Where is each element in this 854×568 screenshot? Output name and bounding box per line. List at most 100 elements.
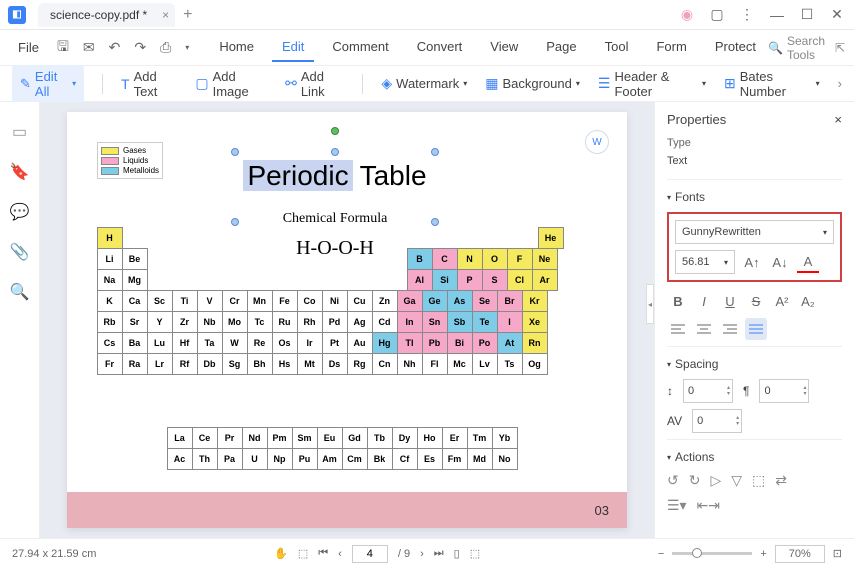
align-right-button[interactable] — [719, 318, 741, 340]
print-dropdown-icon[interactable]: ▾ — [179, 39, 195, 56]
resize-handle-nw[interactable] — [231, 148, 239, 156]
fit-width-icon[interactable]: ⊡ — [833, 547, 842, 560]
add-image-button[interactable]: ▢Add Image — [195, 69, 267, 99]
resize-handle-ne[interactable] — [431, 148, 439, 156]
search-tools[interactable]: 🔍 Search Tools — [768, 34, 825, 62]
toolbar-more-icon[interactable]: › — [838, 76, 842, 91]
resize-handle-n[interactable] — [331, 148, 339, 156]
para-spacing-input[interactable]: 0▴▾ — [759, 379, 809, 403]
watermark-button[interactable]: ◈Watermark▾ — [381, 75, 467, 92]
add-text-button[interactable]: TAdd Text — [121, 69, 177, 99]
save-icon[interactable]: 🖫 — [51, 32, 75, 64]
font-color-icon[interactable]: A — [797, 251, 819, 273]
tab-comment[interactable]: Comment — [322, 33, 398, 62]
add-tab-button[interactable]: + — [183, 6, 192, 24]
prev-page-icon[interactable]: ‹ — [338, 548, 342, 560]
print-icon[interactable]: ⎙ — [154, 35, 177, 60]
tab-view[interactable]: View — [480, 33, 528, 62]
bates-button[interactable]: ⊞Bates Number▾ — [724, 69, 820, 99]
close-panel-icon[interactable]: × — [834, 112, 842, 127]
app-menu-icon[interactable]: ▢ — [708, 6, 726, 24]
undo-icon[interactable]: ↶ — [103, 35, 127, 60]
file-menu[interactable]: File — [8, 36, 49, 59]
user-icon[interactable]: ◉ — [678, 6, 696, 24]
fit-page-icon[interactable]: ⬚ — [470, 547, 480, 560]
page-number-input[interactable] — [352, 545, 388, 563]
rotate-left-icon[interactable]: ↺ — [667, 472, 679, 489]
align-justify-button[interactable] — [745, 318, 767, 340]
indent-icon[interactable]: ⇤⇥ — [697, 497, 720, 514]
add-link-button[interactable]: ⚯Add Link — [285, 69, 344, 99]
resize-handle-w[interactable] — [231, 218, 239, 226]
mail-icon[interactable]: ✉ — [77, 35, 101, 60]
close-tab-icon[interactable]: × — [162, 8, 169, 22]
list-icon[interactable]: ☰▾ — [667, 497, 687, 514]
thumbnails-icon[interactable]: ▭ — [12, 122, 27, 142]
underline-button[interactable]: U — [719, 290, 741, 312]
redo-icon[interactable]: ↷ — [128, 35, 152, 60]
select-tool-icon[interactable]: ⬚ — [298, 547, 308, 560]
element-Te: Te — [472, 311, 498, 333]
canvas[interactable]: W Gases Liquids Metalloids Periodic Tabl… — [40, 102, 654, 538]
share-icon[interactable]: ⇱ — [835, 41, 845, 55]
zoom-out-icon[interactable]: − — [658, 548, 664, 560]
page-badge-icon[interactable]: W — [585, 130, 609, 154]
document-tab[interactable]: science-copy.pdf * × — [38, 3, 175, 27]
align-center-button[interactable] — [693, 318, 715, 340]
header-footer-button[interactable]: ☰Header & Footer▾ — [598, 69, 706, 99]
zoom-thumb[interactable] — [692, 548, 702, 558]
element-Xe: Xe — [522, 311, 548, 333]
char-spacing-input[interactable]: 0▴▾ — [692, 409, 742, 433]
right-expand-handle[interactable]: ◂ — [646, 284, 654, 324]
maximize-button[interactable]: ☐ — [798, 6, 816, 24]
font-family-select[interactable]: GunnyRewritten▾ — [675, 220, 834, 244]
align-left-button[interactable] — [667, 318, 689, 340]
single-page-icon[interactable]: ▯ — [454, 547, 460, 560]
last-page-icon[interactable]: ⏭ — [434, 547, 444, 560]
increase-font-icon[interactable]: A↑ — [741, 251, 763, 273]
strikethrough-button[interactable]: S — [745, 290, 767, 312]
element-I: I — [497, 311, 523, 333]
background-button[interactable]: ▦Background▾ — [485, 75, 580, 92]
element-Tc: Tc — [247, 311, 273, 333]
attachment-icon[interactable]: 📎 — [10, 242, 30, 262]
spacing-section-toggle[interactable]: ▾Spacing — [667, 357, 842, 371]
next-page-icon[interactable]: › — [420, 548, 424, 560]
tab-home[interactable]: Home — [209, 33, 264, 62]
tab-page[interactable]: Page — [536, 33, 586, 62]
decrease-font-icon[interactable]: A↓ — [769, 251, 791, 273]
tab-convert[interactable]: Convert — [407, 33, 473, 62]
bookmark-icon[interactable]: 🔖 — [10, 162, 30, 182]
rotate-right-icon[interactable]: ↻ — [689, 472, 701, 489]
fonts-section-toggle[interactable]: ▾Fonts — [667, 190, 842, 204]
crop-icon[interactable]: ⬚ — [752, 472, 765, 489]
zoom-slider[interactable] — [672, 552, 752, 555]
resize-handle-e[interactable] — [431, 218, 439, 226]
edit-all-button[interactable]: ✎ Edit All ▾ — [12, 65, 84, 103]
first-page-icon[interactable]: ⏮ — [318, 547, 328, 560]
element-Pb: Pb — [422, 332, 448, 354]
minimize-button[interactable]: — — [768, 6, 786, 24]
flip-h-icon[interactable]: ▷ — [710, 472, 721, 489]
comment-icon[interactable]: 💬 — [10, 202, 30, 222]
tab-edit[interactable]: Edit — [272, 33, 314, 62]
tab-protect[interactable]: Protect — [705, 33, 766, 62]
tab-form[interactable]: Form — [646, 33, 696, 62]
flip-v-icon[interactable]: ▽ — [731, 472, 742, 489]
font-size-select[interactable]: 56.81▾ — [675, 250, 735, 274]
replace-icon[interactable]: ⇄ — [775, 472, 787, 489]
line-spacing-input[interactable]: 0▴▾ — [683, 379, 733, 403]
search-rail-icon[interactable]: 🔍 — [10, 282, 30, 302]
tab-tool[interactable]: Tool — [595, 33, 639, 62]
zoom-in-icon[interactable]: + — [760, 548, 766, 560]
superscript-button[interactable]: A² — [771, 290, 793, 312]
italic-button[interactable]: I — [693, 290, 715, 312]
close-window-button[interactable]: ✕ — [828, 6, 846, 24]
kebab-icon[interactable]: ⋮ — [738, 6, 756, 24]
actions-section-toggle[interactable]: ▾Actions — [667, 450, 842, 464]
hand-tool-icon[interactable]: ✋ — [274, 547, 288, 560]
subscript-button[interactable]: A₂ — [797, 290, 819, 312]
rotate-handle[interactable] — [331, 127, 339, 135]
bold-button[interactable]: B — [667, 290, 689, 312]
zoom-value[interactable]: 70% — [775, 545, 825, 563]
